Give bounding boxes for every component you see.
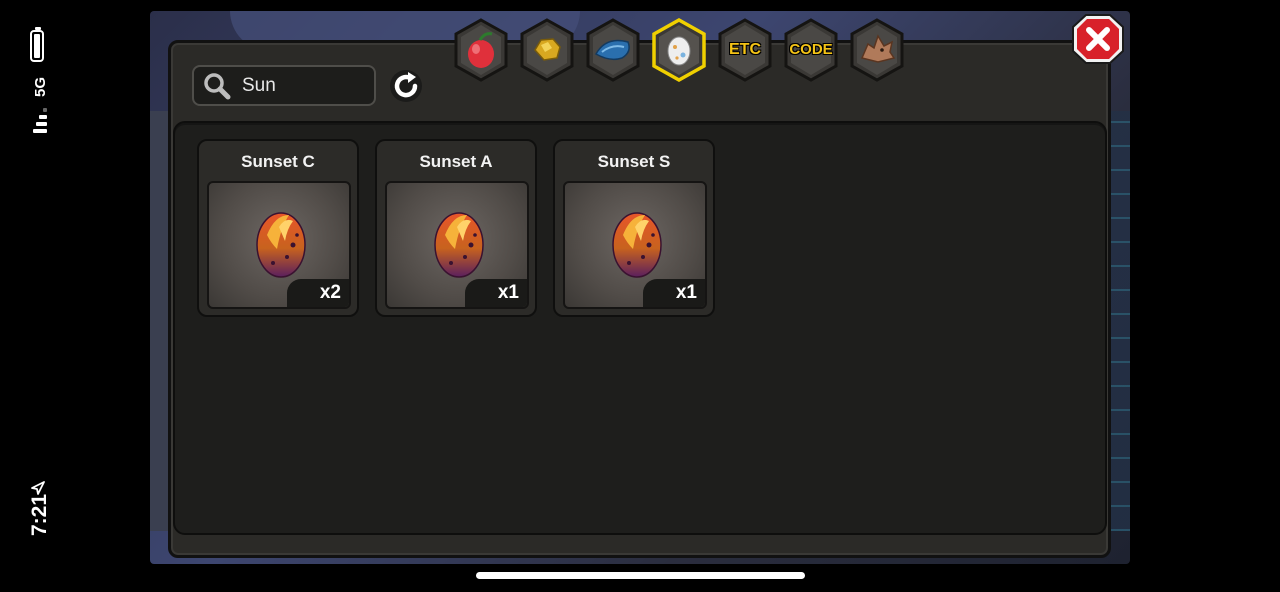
phone-status-bar: 5G 7:21: [0, 0, 80, 592]
home-indicator[interactable]: [476, 572, 805, 579]
refresh-button[interactable]: [388, 68, 424, 104]
tab-etc-label: ETC: [729, 41, 761, 58]
item-card-sunset-s[interactable]: Sunset S x1: [553, 139, 715, 317]
tab-scale[interactable]: [584, 18, 642, 82]
item-name: Sunset S: [597, 152, 671, 171]
tab-etc[interactable]: ETC: [716, 18, 774, 82]
item-quantity: x2: [319, 282, 341, 303]
item-image: x2: [207, 181, 351, 309]
tab-fruit[interactable]: [452, 18, 510, 82]
tab-code[interactable]: CODE: [782, 18, 840, 82]
quantity-badge: x1: [643, 279, 705, 307]
egg-icon: [667, 36, 691, 66]
network-label: 5G: [32, 77, 49, 98]
sunset-egg-icon: [256, 212, 306, 278]
tab-code-label: CODE: [789, 41, 833, 58]
item-image: x1: [563, 181, 707, 309]
sunset-egg-icon: [434, 212, 484, 278]
clock-time: 7:21: [28, 493, 51, 537]
search-field[interactable]: Sun: [192, 65, 376, 106]
item-quantity: x1: [497, 282, 519, 303]
quantity-badge: x1: [465, 279, 527, 307]
item-image: x1: [385, 181, 529, 309]
item-card-sunset-a[interactable]: Sunset A x1: [375, 139, 537, 317]
tab-dragon[interactable]: [848, 18, 906, 82]
item-quantity: x1: [675, 282, 697, 303]
tab-ore[interactable]: [518, 18, 576, 82]
item-card-sunset-c[interactable]: Sunset C x2: [197, 139, 359, 317]
tab-egg[interactable]: [650, 18, 708, 82]
close-button[interactable]: [1071, 13, 1125, 65]
search-icon: [204, 73, 231, 100]
search-input[interactable]: Sun: [242, 75, 276, 97]
quantity-badge: x2: [287, 279, 349, 307]
battery-icon: [30, 27, 44, 62]
item-name: Sunset C: [241, 152, 315, 171]
sunset-egg-icon: [612, 212, 662, 278]
item-name: Sunset A: [419, 152, 493, 171]
signal-icon: [33, 108, 47, 134]
